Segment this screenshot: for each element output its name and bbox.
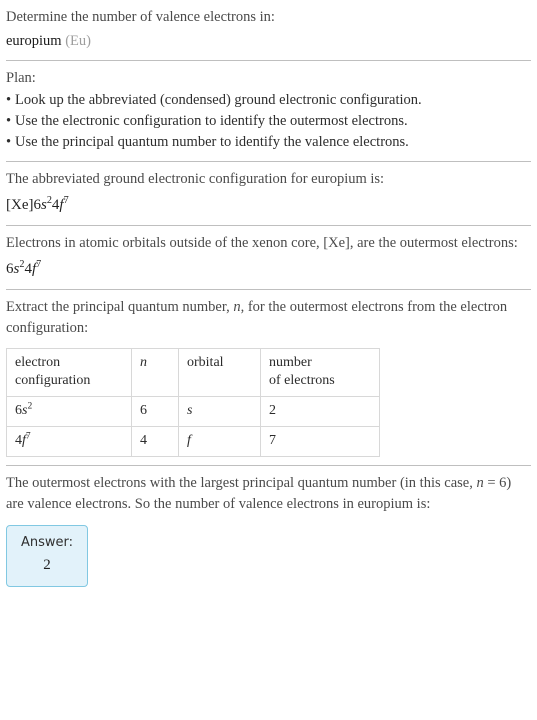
extract-section: Extract the principal quantum number, n,… [6, 290, 531, 465]
answer-label: Answer: [21, 535, 74, 550]
solution-page: Determine the number of valence electron… [0, 0, 537, 595]
header-configuration-line1: electron [15, 355, 61, 370]
plan-item: • Use the electronic configuration to ide… [6, 111, 531, 132]
cell-electrons: 7 [260, 426, 380, 457]
extract-text-before: Extract the principal quantum number, [6, 299, 234, 315]
bullet-icon: • [6, 134, 12, 150]
cell-configuration-formula: 4f7 [15, 431, 31, 448]
question-prompt: Determine the number of valence electron… [6, 9, 275, 25]
header-electrons-line1: number [269, 355, 312, 370]
cfg-count: 7 [25, 431, 31, 442]
bullet-icon: • [6, 113, 12, 129]
cfg-count: 2 [27, 401, 33, 412]
term-count: 7 [63, 195, 69, 206]
plan-item-text: Use the principal quantum number to iden… [15, 134, 409, 150]
cell-orbital-letter: f [187, 433, 191, 448]
header-cell-n: n [131, 348, 179, 397]
plan-item: • Use the principal quantum number to ide… [6, 132, 531, 153]
cell-configuration: 4f7 [6, 426, 132, 457]
cell-n: 6 [131, 396, 179, 427]
conclusion-part1: The outermost electrons with the largest… [6, 475, 473, 491]
cell-configuration-formula: 6s2 [15, 401, 33, 418]
conclusion-section: The outermost electrons with the largest… [6, 466, 531, 595]
plan-list: • Look up the abbreviated (condensed) gro… [6, 90, 531, 153]
header-cell-configuration: electron configuration [6, 348, 132, 397]
cfg-n: 6 [15, 403, 22, 418]
table-header-row: electron configuration n orbital number of… [6, 348, 380, 397]
answer-row: Answer: 2 [6, 515, 531, 587]
n-symbol: n [476, 475, 484, 491]
quantum-number-table-wrap: electron configuration n orbital number of… [6, 348, 531, 457]
table-row: 6s2 6 s 2 [6, 396, 380, 427]
answer-value: 2 [43, 557, 51, 573]
outermost-section: Electrons in atomic orbitals outside of … [6, 226, 531, 289]
subject-symbol: (Eu) [65, 33, 91, 49]
n-symbol: n [233, 299, 241, 315]
extract-text: Extract the principal quantum number, n,… [6, 297, 531, 339]
cell-orbital: s [178, 396, 261, 427]
cell-electrons: 2 [260, 396, 380, 427]
configuration-formula: [Xe]6s24f7 [6, 193, 531, 217]
configuration-text: The abbreviated ground electronic config… [6, 171, 385, 187]
plan-item: • Look up the abbreviated (condensed) gro… [6, 90, 531, 111]
outermost-formula: 6s24f7 [6, 257, 531, 281]
header-electrons-line2: of electrons [269, 373, 335, 388]
configuration-section: The abbreviated ground electronic config… [6, 162, 531, 225]
term-n: 6 [6, 261, 14, 277]
cell-configuration: 6s2 [6, 396, 132, 427]
cell-n: 4 [131, 426, 179, 457]
plan-item-text: Use the electronic configuration to iden… [15, 113, 408, 129]
cell-orbital: f [178, 426, 261, 457]
header-cell-orbital: orbital [178, 348, 261, 397]
table-row: 4f7 4 f 7 [6, 426, 380, 457]
quantum-number-table: electron configuration n orbital number of… [6, 348, 380, 457]
term-n: 4 [24, 261, 32, 277]
term-n: 6 [33, 197, 41, 213]
header-n-label: n [140, 355, 147, 370]
term-count: 7 [36, 259, 42, 270]
subject-name: europium [6, 33, 62, 49]
header-configuration-line2: configuration [15, 373, 91, 388]
plan-section: Plan: • Look up the abbreviated (condense… [6, 61, 531, 161]
answer-box[interactable]: Answer: 2 [6, 525, 89, 587]
bullet-icon: • [6, 92, 12, 108]
conclusion-text: The outermost electrons with the largest… [6, 473, 531, 515]
xenon-core: [Xe] [6, 197, 34, 213]
cell-orbital-letter: s [187, 403, 193, 418]
plan-label: Plan: [6, 70, 36, 86]
cfg-n: 4 [15, 433, 22, 448]
plan-item-text: Look up the abbreviated (condensed) grou… [15, 92, 422, 108]
header-cell-electrons: number of electrons [260, 348, 380, 397]
outermost-text: Electrons in atomic orbitals outside of … [6, 235, 518, 251]
question-header: Determine the number of valence electron… [6, 0, 531, 60]
question-subject: europium (Eu) [6, 30, 531, 52]
